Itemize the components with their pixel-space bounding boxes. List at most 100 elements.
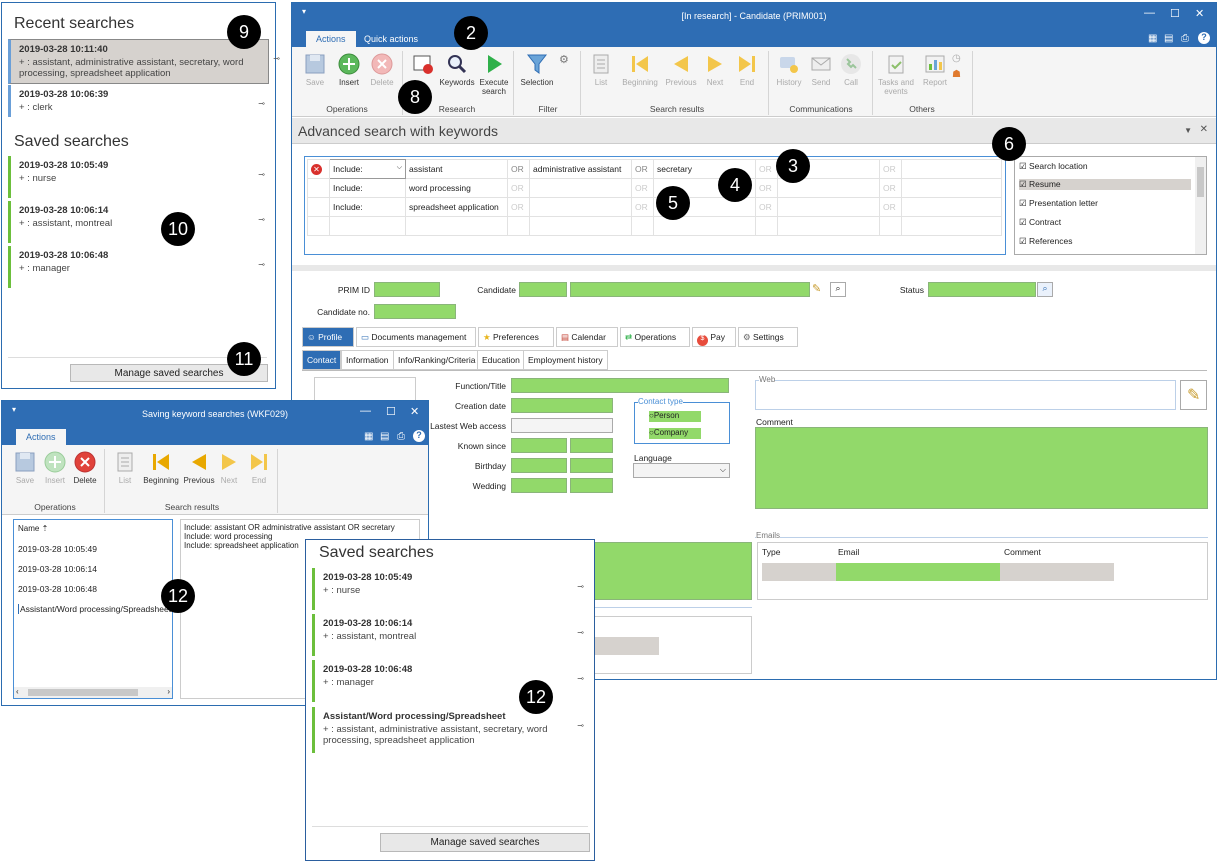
recent-search-item[interactable]: 2019-03-28 10:06:39 + : clerk ⊸ [8,85,269,117]
pin-icon[interactable]: ⊸ [258,99,265,108]
language-select[interactable]: ⌵ [633,463,730,478]
tab-preferences[interactable]: ★ Preferences [478,327,554,347]
collapse-icon[interactable]: ▼ [1184,126,1192,135]
pin-icon[interactable]: ⊸ [577,721,584,730]
help-icon[interactable]: ? [413,430,425,442]
candidate-name-field[interactable] [570,282,810,297]
help-icon[interactable]: ? [1198,32,1210,44]
column-email[interactable]: Email [838,547,859,557]
tab-actions[interactable]: Actions [306,31,356,47]
pin-icon[interactable]: ⊸ [258,170,265,179]
list-item[interactable]: 2019-03-28 10:06:14 [18,564,97,574]
horizontal-scrollbar[interactable]: ‹ › [14,687,172,698]
tab-documents-management[interactable]: ▭ Documents management [356,327,476,347]
pin-icon[interactable]: ⊸ [258,260,265,269]
previous-button[interactable]: Previous [662,53,700,87]
location-item[interactable]: ☑ Resume [1019,179,1191,190]
calendar-icon[interactable]: ▤ [380,431,389,442]
maximize-icon[interactable]: ☐ [1170,7,1180,20]
gear-icon[interactable]: ⚙ [559,53,569,66]
keyword-cell[interactable]: word processing [405,178,508,198]
selection-button[interactable]: Selection [518,53,556,87]
keyword-cell[interactable] [529,178,632,198]
checkbox-icon[interactable]: ☑ [1019,198,1027,208]
candidate-no-field[interactable] [374,304,456,319]
wedding-field[interactable] [511,478,567,493]
saved-search-item[interactable]: 2019-03-28 10:06:14 + : assistant, montr… [8,201,269,243]
keyword-cell[interactable] [777,197,880,217]
close-panel-icon[interactable]: ✕ [1200,124,1208,135]
execute-search-button[interactable]: Execute search [475,53,513,96]
keyword-cell[interactable] [901,197,1002,217]
saved-search-item[interactable]: 2019-03-28 10:06:48 + : manager ⊸ [8,246,269,288]
saved-search-item[interactable]: 2019-03-28 10:06:14 + : assistant, montr… [312,614,588,656]
location-item[interactable]: ☑ Presentation letter [1019,198,1098,209]
close-icon[interactable]: ✕ [1195,7,1204,20]
beginning-button[interactable]: Beginning [618,53,662,87]
include-select[interactable]: Include: [329,197,406,217]
candidate-first-field[interactable] [519,282,567,297]
close-icon[interactable]: ✕ [410,405,419,418]
column-comment[interactable]: Comment [1004,547,1041,557]
print-icon[interactable]: ⎙ [397,431,405,442]
list-button[interactable]: List [106,451,144,485]
prim-id-field[interactable] [374,282,440,297]
chevron-right-icon[interactable]: › [167,687,170,696]
clock-icon[interactable]: ◷ [952,53,961,64]
call-button[interactable]: Call [832,53,870,87]
location-item[interactable]: ☑ Contract [1019,217,1061,228]
pin-icon[interactable]: ⊸ [577,628,584,637]
delete-button[interactable]: Delete [363,53,401,87]
save-button[interactable]: Save [296,53,334,87]
phone-cell[interactable] [593,637,659,655]
comment-textarea[interactable] [755,427,1208,509]
saved-search-item[interactable]: Assistant/Word processing/Spreadsheet + … [312,707,588,753]
pin-icon[interactable]: ⊸ [577,674,584,683]
maximize-icon[interactable]: ☐ [386,405,396,418]
saved-search-item[interactable]: 2019-03-28 10:05:49 + : nurse ⊸ [312,568,588,610]
pin-icon[interactable]: ⊸ [258,215,265,224]
tab-calendar[interactable]: ▤ Calendar [556,327,618,347]
known-since-extra-field[interactable] [570,438,613,453]
tasks-events-button[interactable]: Tasks and events [874,53,918,96]
list-header-name[interactable]: Name ⇡ [18,524,48,533]
remove-row-icon[interactable]: ✕ [311,163,322,175]
include-select[interactable]: Include: [329,178,406,198]
tab-info-ranking-criteria[interactable]: Info/Ranking/Criteria [393,350,481,370]
tab-actions[interactable]: Actions [16,429,66,445]
tab-quick-actions[interactable]: Quick actions [354,31,428,47]
list-item[interactable]: 2019-03-28 10:06:48 [18,584,97,594]
pencil-icon[interactable]: ✎ [812,282,821,295]
calculator-icon[interactable]: ▦ [1148,33,1157,44]
manage-saved-searches-button[interactable]: Manage saved searches [380,833,590,852]
minimize-icon[interactable]: — [1144,7,1155,19]
list-item[interactable]: Assistant/Word processing/Spreadsheet [18,604,171,614]
birthday-extra-field[interactable] [570,458,613,473]
splitter[interactable] [292,265,1216,271]
location-item[interactable]: ☑ Search location [1019,161,1088,172]
creation-date-field[interactable] [511,398,613,413]
clear-search-button[interactable] [404,53,442,78]
include-select[interactable]: Include: ⌵ [329,159,406,179]
tab-profile[interactable]: ☺ Profile [302,327,354,347]
email-comment-cell[interactable] [1000,563,1114,581]
lookup-icon[interactable]: ⌕ [830,282,846,297]
birthday-field[interactable] [511,458,567,473]
tab-pay[interactable]: $ Pay [692,327,736,347]
list-button[interactable]: List [582,53,620,87]
pin-icon[interactable]: ⊸ [273,54,280,63]
checkbox-icon[interactable]: ☑ [1019,236,1027,246]
status-field[interactable] [928,282,1036,297]
column-type[interactable]: Type [762,547,780,557]
delete-button[interactable]: Delete [66,451,104,485]
saved-search-item[interactable]: 2019-03-28 10:05:49 + : nurse ⊸ [8,156,269,198]
checkbox-icon[interactable]: ☑ [1019,217,1027,227]
keyword-cell[interactable] [901,159,1002,179]
tab-settings[interactable]: ⚙ Settings [738,327,798,347]
calendar-icon[interactable]: ▤ [1164,33,1173,44]
person-radio[interactable]: ○Person [649,411,701,422]
tab-operations[interactable]: ⇄ Operations [620,327,690,347]
recent-search-item[interactable]: 2019-03-28 10:11:40 + : assistant, admin… [8,39,280,84]
keyword-cell[interactable]: assistant [405,159,508,179]
checkbox-icon[interactable]: ☑ [1019,161,1027,171]
